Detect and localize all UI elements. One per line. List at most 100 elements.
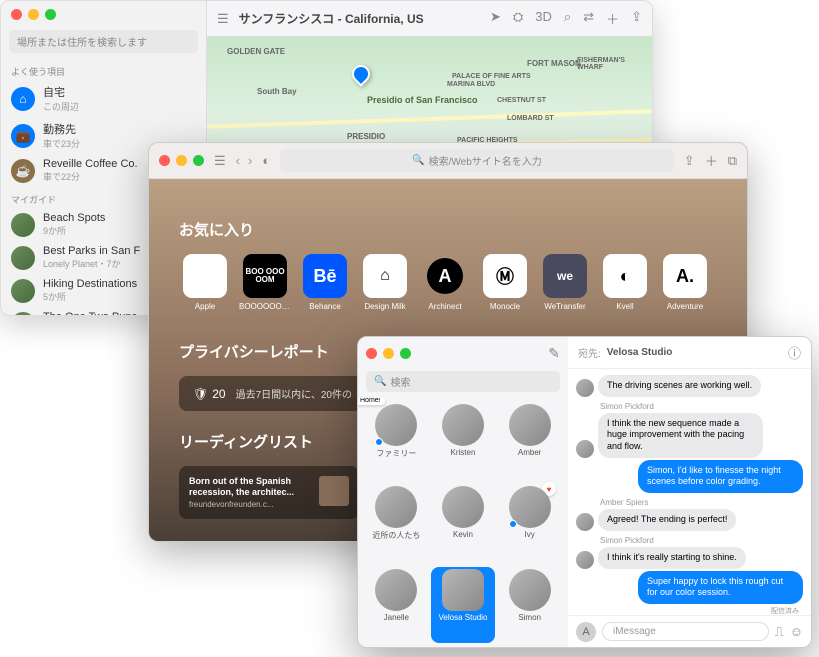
contact-name: Janelle xyxy=(384,613,409,622)
fullscreen-button[interactable] xyxy=(400,348,411,359)
contact-item[interactable]: Simon xyxy=(497,567,562,643)
guide-icon xyxy=(11,246,35,270)
fullscreen-button[interactable] xyxy=(45,9,56,20)
safari-favorite[interactable]: A. Adventure xyxy=(659,254,711,311)
favorites-heading: お気に入り xyxy=(179,219,717,240)
reading-list-item[interactable]: Born out of the Spanish recession, the a… xyxy=(179,466,359,519)
search-icon: 🔍 xyxy=(374,376,386,387)
share-icon[interactable]: ⇪ xyxy=(684,153,695,169)
contact-name: Ivy xyxy=(525,530,535,539)
map-label: FORT MASON xyxy=(527,59,581,68)
contact-item[interactable]: 近所の人たち xyxy=(364,484,429,562)
contact-item[interactable]: Kevin xyxy=(431,484,496,562)
safari-favorite[interactable]: BOO OOO OOM BOOOOOOOM xyxy=(239,254,291,311)
guide-title: Beach Spots xyxy=(43,212,105,224)
message-input[interactable]: iMessage xyxy=(602,622,769,641)
forward-icon[interactable]: › xyxy=(248,153,252,168)
favorite-icon: BOO OOO OOM xyxy=(243,254,287,298)
audio-icon[interactable]: ⎍ xyxy=(775,624,784,640)
message-row: Super happy to lock this rough cut for o… xyxy=(576,571,803,604)
favorite-label: WeTransfer xyxy=(539,302,591,311)
contact-name: ファミリー xyxy=(376,448,416,459)
contact-item[interactable]: Home! ファミリー xyxy=(364,402,429,480)
safari-favorite[interactable]: Apple xyxy=(179,254,231,311)
favorite-icon: ◐ xyxy=(603,254,647,298)
close-button[interactable] xyxy=(366,348,377,359)
message-bubble-incoming[interactable]: I think the new sequence made a huge imp… xyxy=(598,413,763,458)
maps-search-input[interactable]: 場所または住所を検索します xyxy=(9,30,198,53)
window-controls xyxy=(366,348,411,359)
favorite-icon: A. xyxy=(663,254,707,298)
message-row: Simon, I'd like to finesse the night sce… xyxy=(576,460,803,493)
message-bubble-outgoing[interactable]: Super happy to lock this rough cut for o… xyxy=(638,571,803,604)
sidebar-icon[interactable]: ☰ xyxy=(214,153,226,169)
message-row: The driving scenes are working well. xyxy=(576,375,803,397)
safari-favorite[interactable]: ⌂ Design Milk xyxy=(359,254,411,311)
favorite-sub: この周辺 xyxy=(43,100,79,113)
message-bubble-incoming[interactable]: The driving scenes are working well. xyxy=(598,375,761,397)
shield-icon[interactable]: ◐ xyxy=(262,153,270,168)
message-row: I think it's really starting to shine. xyxy=(576,547,803,569)
contact-item[interactable]: ♥ Ivy xyxy=(497,484,562,562)
back-icon[interactable]: ‹ xyxy=(236,153,240,168)
sidebar-toggle-icon[interactable]: ☰ xyxy=(217,11,229,27)
safari-favorite[interactable]: we WeTransfer xyxy=(539,254,591,311)
compose-icon[interactable]: ✎ xyxy=(548,345,560,362)
close-button[interactable] xyxy=(11,9,22,20)
favorite-icon: ⌂ xyxy=(363,254,407,298)
contact-avatar xyxy=(375,486,417,528)
privacy-count: 20 xyxy=(212,387,225,401)
guide-icon xyxy=(11,279,35,303)
message-bubble-incoming[interactable]: I think it's really starting to shine. xyxy=(598,547,746,569)
sidebar-favorite-item[interactable]: ⌂ 自宅 この周辺 xyxy=(1,80,206,117)
contact-item[interactable]: Janelle xyxy=(364,567,429,643)
minimize-button[interactable] xyxy=(28,9,39,20)
map-label: FISHERMAN'S WHARF xyxy=(577,57,652,71)
contact-avatar xyxy=(442,404,484,446)
favorite-title: 自宅 xyxy=(43,84,79,100)
guide-sub: 5か所 xyxy=(43,290,137,303)
message-bubble-incoming[interactable]: Agreed! The ending is perfect! xyxy=(598,509,736,531)
tabs-icon[interactable]: ⧉ xyxy=(728,153,737,169)
chat-input-row: A iMessage ⎍ ☺ xyxy=(568,615,811,647)
new-tab-icon[interactable]: ＋ xyxy=(705,151,718,170)
contact-item[interactable]: Velosa Studio xyxy=(431,567,496,643)
contact-name: Amber xyxy=(518,448,542,457)
guide-icon xyxy=(11,213,35,237)
map-label: MARINA BLVD xyxy=(447,81,495,88)
3d-icon[interactable]: 3D xyxy=(535,9,552,28)
contact-name: Kevin xyxy=(453,530,473,539)
favorite-label: Design Milk xyxy=(359,302,411,311)
safari-address-bar[interactable]: 🔍 検索/Webサイト名を入力 xyxy=(280,149,674,172)
app-store-icon[interactable]: A xyxy=(576,622,596,642)
binoculars-icon[interactable]: ⌕ xyxy=(564,9,571,28)
share-icon[interactable]: ⇪ xyxy=(631,9,642,28)
fullscreen-button[interactable] xyxy=(193,155,204,166)
minimize-button[interactable] xyxy=(383,348,394,359)
safari-favorite[interactable]: ◐ Kvell xyxy=(599,254,651,311)
safari-favorite[interactable]: Ⓜ Monocle xyxy=(479,254,531,311)
search-icon: 🔍 xyxy=(412,155,424,166)
route-icon[interactable]: ⇄ xyxy=(583,9,594,28)
navigate-icon[interactable]: ➤ xyxy=(490,9,501,28)
safari-favorite[interactable]: Bē Behance xyxy=(299,254,351,311)
maps-toolbar: ☰ サンフランシスコ - California, US ➤ ⛭ 3D ⌕ ⇄ ＋… xyxy=(207,1,652,37)
minimize-button[interactable] xyxy=(176,155,187,166)
window-controls xyxy=(159,155,204,166)
emoji-icon[interactable]: ☺ xyxy=(790,624,803,640)
message-bubble-outgoing[interactable]: Simon, I'd like to finesse the night sce… xyxy=(638,460,803,493)
map-pin[interactable] xyxy=(348,61,373,86)
messages-search-input[interactable]: 🔍 検索 xyxy=(366,371,560,392)
contact-avatar xyxy=(442,486,484,528)
favorite-icon: we xyxy=(543,254,587,298)
contact-avatar xyxy=(442,569,484,611)
map-mode-icon[interactable]: ⛭ xyxy=(513,9,523,28)
contact-item[interactable]: Amber xyxy=(497,402,562,480)
safari-favorite[interactable]: A Archinect xyxy=(419,254,471,311)
add-icon[interactable]: ＋ xyxy=(606,9,619,28)
close-button[interactable] xyxy=(159,155,170,166)
favorite-icon: A xyxy=(427,258,463,294)
contact-item[interactable]: Kristen xyxy=(431,402,496,480)
info-icon[interactable]: ⓘ xyxy=(788,343,801,362)
chat-body[interactable]: The driving scenes are working well. Simo… xyxy=(568,369,811,615)
